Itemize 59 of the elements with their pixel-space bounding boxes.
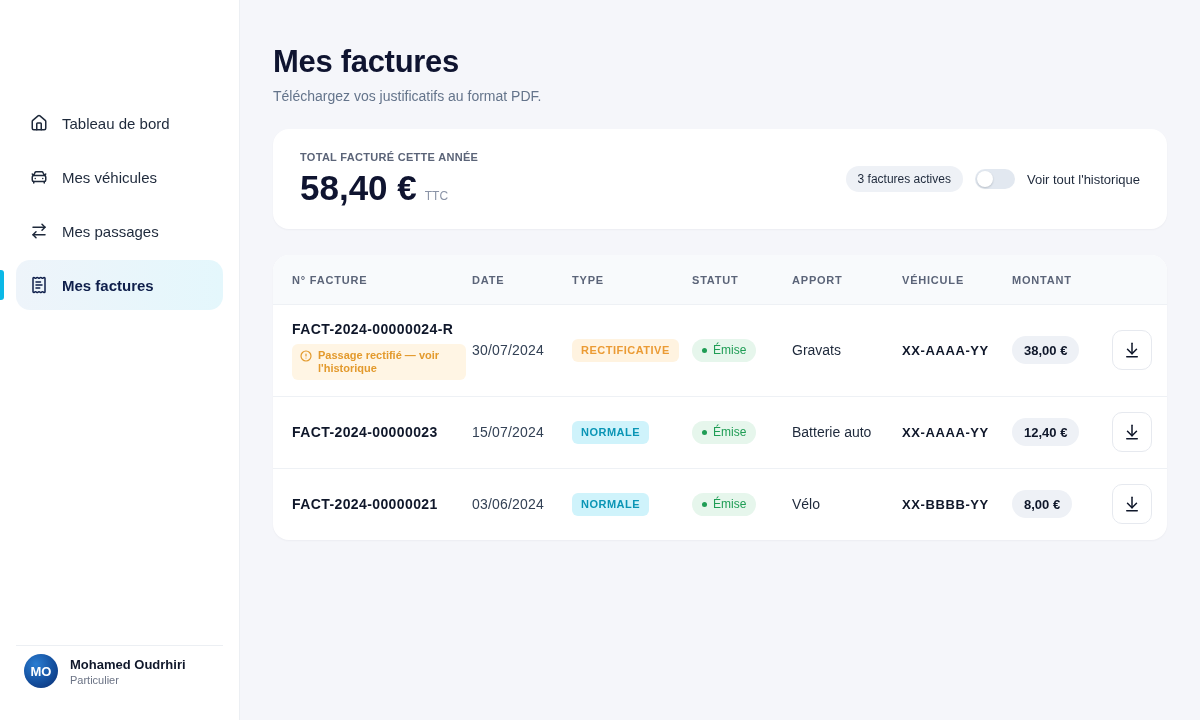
invoice-date: 30/07/2024 xyxy=(472,342,545,358)
apport-text: Gravats xyxy=(792,342,841,358)
user-role: Particulier xyxy=(70,673,120,686)
nav-item[interactable]: Mes véhicules xyxy=(16,152,223,202)
count-badge: 3 factures actives xyxy=(845,166,963,192)
user-name: Mohamed Oudrhiri xyxy=(70,656,186,672)
nav-item[interactable]: Mes passages xyxy=(16,206,223,256)
download-button[interactable] xyxy=(1112,484,1152,524)
amount-badge: 12,40 € xyxy=(1012,418,1080,446)
total-amount: 58,40 € xyxy=(300,168,417,208)
invoice-number: FACT-2024-00000021 xyxy=(292,495,438,513)
download-button[interactable] xyxy=(1112,330,1152,370)
download-icon xyxy=(1123,341,1141,359)
status-label: Émise xyxy=(713,497,747,511)
apport-text: Batterie auto xyxy=(792,424,872,440)
user-avatar: MO xyxy=(24,654,58,688)
column-header: APPORT xyxy=(792,273,843,286)
column-header: VÉHICULE xyxy=(902,273,965,286)
status-label: Émise xyxy=(713,425,747,439)
amount-suffix: TTC xyxy=(424,189,449,203)
apport-text: Vélo xyxy=(792,496,821,512)
type-badge: NORMALE xyxy=(572,492,650,516)
invoice-date: 15/07/2024 xyxy=(472,424,545,440)
toggle-label: Voir tout l'historique xyxy=(1026,171,1140,187)
active-indicator xyxy=(0,270,4,300)
notice-text: Passage rectifié — voir l'historique xyxy=(318,349,441,375)
download-button[interactable] xyxy=(1112,412,1152,452)
column-header: MONTANT xyxy=(1012,273,1072,286)
amount-badge: 8,00 € xyxy=(1012,490,1073,518)
column-header: N° FACTURE xyxy=(292,273,368,286)
history-toggle[interactable] xyxy=(974,169,1015,189)
column-header: DATE xyxy=(472,273,505,286)
status-dot-icon xyxy=(702,429,707,435)
status-dot-icon xyxy=(702,347,707,353)
invoice-number: FACT-2024-00000023 xyxy=(292,423,438,441)
download-icon xyxy=(1123,423,1141,441)
status-label: Émise xyxy=(713,343,747,357)
column-header: TYPE xyxy=(572,273,604,286)
invoice-date: 03/06/2024 xyxy=(472,496,545,512)
download-icon xyxy=(1123,495,1141,513)
page-subtitle: Téléchargez vos justificatifs au format PDF. xyxy=(273,87,542,106)
vehicle-plate: XX-AAAA-YY xyxy=(902,342,989,358)
nav-item[interactable]: Mes factures xyxy=(16,260,223,310)
vehicle-plate: XX-AAAA-YY xyxy=(902,424,989,440)
status-dot-icon xyxy=(702,501,707,507)
amount-badge: 38,00 € xyxy=(1012,336,1080,364)
car-icon xyxy=(30,168,48,186)
swap-arrows-icon xyxy=(30,222,48,240)
type-badge: NORMALE xyxy=(572,420,650,444)
receipt-icon xyxy=(30,276,48,294)
vehicle-plate: XX-BBBB-YY xyxy=(902,496,989,512)
invoice-number: FACT-2024-00000024-R xyxy=(292,320,454,338)
alert-icon xyxy=(300,350,312,362)
type-badge: RECTIFICATIVE xyxy=(572,338,679,362)
column-header: STATUT xyxy=(692,273,739,286)
summary-label: TOTAL FACTURÉ CETTE ANNÉE xyxy=(300,150,479,164)
page-title: Mes factures xyxy=(273,44,459,80)
home-icon xyxy=(30,114,48,132)
nav-item[interactable]: Tableau de bord xyxy=(16,98,223,148)
